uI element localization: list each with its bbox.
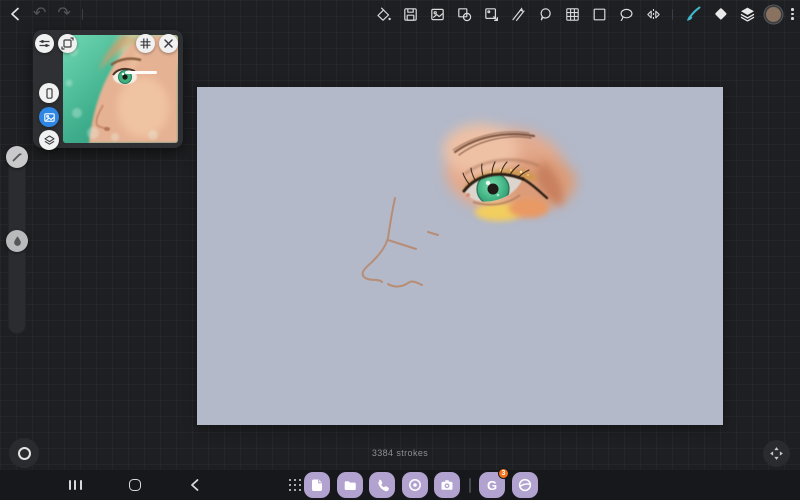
reference-photo[interactable] xyxy=(63,35,178,143)
home-icon xyxy=(129,479,141,491)
undo-icon[interactable]: ↶ xyxy=(33,6,46,22)
toolbar-divider xyxy=(672,9,673,20)
quick-color-button[interactable] xyxy=(9,438,39,468)
color-swatch[interactable] xyxy=(766,7,781,22)
brush-tool-icon-active[interactable] xyxy=(683,5,702,24)
eraser-tool-icon[interactable] xyxy=(712,6,729,23)
google-g-glyph: G xyxy=(487,478,497,493)
balloon-tool-icon[interactable] xyxy=(537,6,554,23)
app-drawer-icon xyxy=(289,479,301,491)
drawing-app-screen: ↶ ↷ xyxy=(0,0,800,500)
toolbar-right xyxy=(375,0,794,28)
device-preview-icon[interactable] xyxy=(39,83,59,103)
color-ring-icon xyxy=(18,447,31,460)
notes-app-icon[interactable] xyxy=(304,472,330,498)
camera-app-icon[interactable] xyxy=(434,472,460,498)
files-app-icon[interactable] xyxy=(337,472,363,498)
recents-button[interactable] xyxy=(62,470,88,500)
fullscreen-button[interactable] xyxy=(763,440,790,467)
nav-back-icon xyxy=(189,478,201,492)
stroke-count-label: 3384 strokes xyxy=(0,448,800,458)
grid-overlay-icon[interactable] xyxy=(136,34,155,53)
toolbar-divider xyxy=(82,9,83,20)
internet-app-icon[interactable] xyxy=(512,472,538,498)
recents-icon xyxy=(69,480,82,490)
reference-photo-image xyxy=(63,35,178,143)
brush-opacity-slider-knob[interactable] xyxy=(6,230,28,252)
browser-app-icon[interactable] xyxy=(402,472,428,498)
layers-view-icon[interactable] xyxy=(39,130,59,150)
reference-panel[interactable] xyxy=(33,30,183,148)
dock-divider xyxy=(469,478,471,493)
fill-tool-icon[interactable] xyxy=(375,6,392,23)
layers-icon[interactable] xyxy=(739,6,756,23)
more-menu-icon[interactable] xyxy=(791,8,794,20)
sketch-lines-artwork xyxy=(352,172,462,297)
nav-back-button[interactable] xyxy=(182,470,208,500)
back-icon[interactable] xyxy=(8,6,22,22)
resize-view-icon[interactable] xyxy=(58,34,77,53)
brush-size-slider-knob[interactable] xyxy=(6,146,28,168)
app-dock: G 3 xyxy=(304,472,538,498)
redo-icon[interactable]: ↷ xyxy=(57,6,70,22)
add-image-icon[interactable] xyxy=(429,6,446,23)
expand-icon xyxy=(769,446,784,461)
symmetry-tool-icon[interactable] xyxy=(645,6,662,23)
phone-app-icon[interactable] xyxy=(369,472,395,498)
pen-strokes-icon[interactable] xyxy=(510,6,527,23)
save-icon[interactable] xyxy=(402,6,419,23)
drawing-canvas[interactable] xyxy=(197,87,723,425)
rect-select-icon[interactable] xyxy=(591,6,608,23)
close-icon[interactable] xyxy=(159,34,178,53)
toolbar-left: ↶ ↷ xyxy=(8,0,83,28)
system-navbar: G 3 xyxy=(0,470,800,500)
import-image-icon[interactable] xyxy=(483,6,500,23)
home-button[interactable] xyxy=(122,470,148,500)
image-source-icon-active[interactable] xyxy=(39,107,59,127)
lasso-select-icon[interactable] xyxy=(618,6,635,23)
adjust-sliders-icon[interactable] xyxy=(35,34,54,53)
grid-tool-icon[interactable] xyxy=(564,6,581,23)
panel-drag-handle[interactable] xyxy=(125,71,157,74)
notification-badge: 3 xyxy=(498,468,509,479)
google-app-icon[interactable]: G 3 xyxy=(479,472,505,498)
shape-tool-icon[interactable] xyxy=(456,6,473,23)
